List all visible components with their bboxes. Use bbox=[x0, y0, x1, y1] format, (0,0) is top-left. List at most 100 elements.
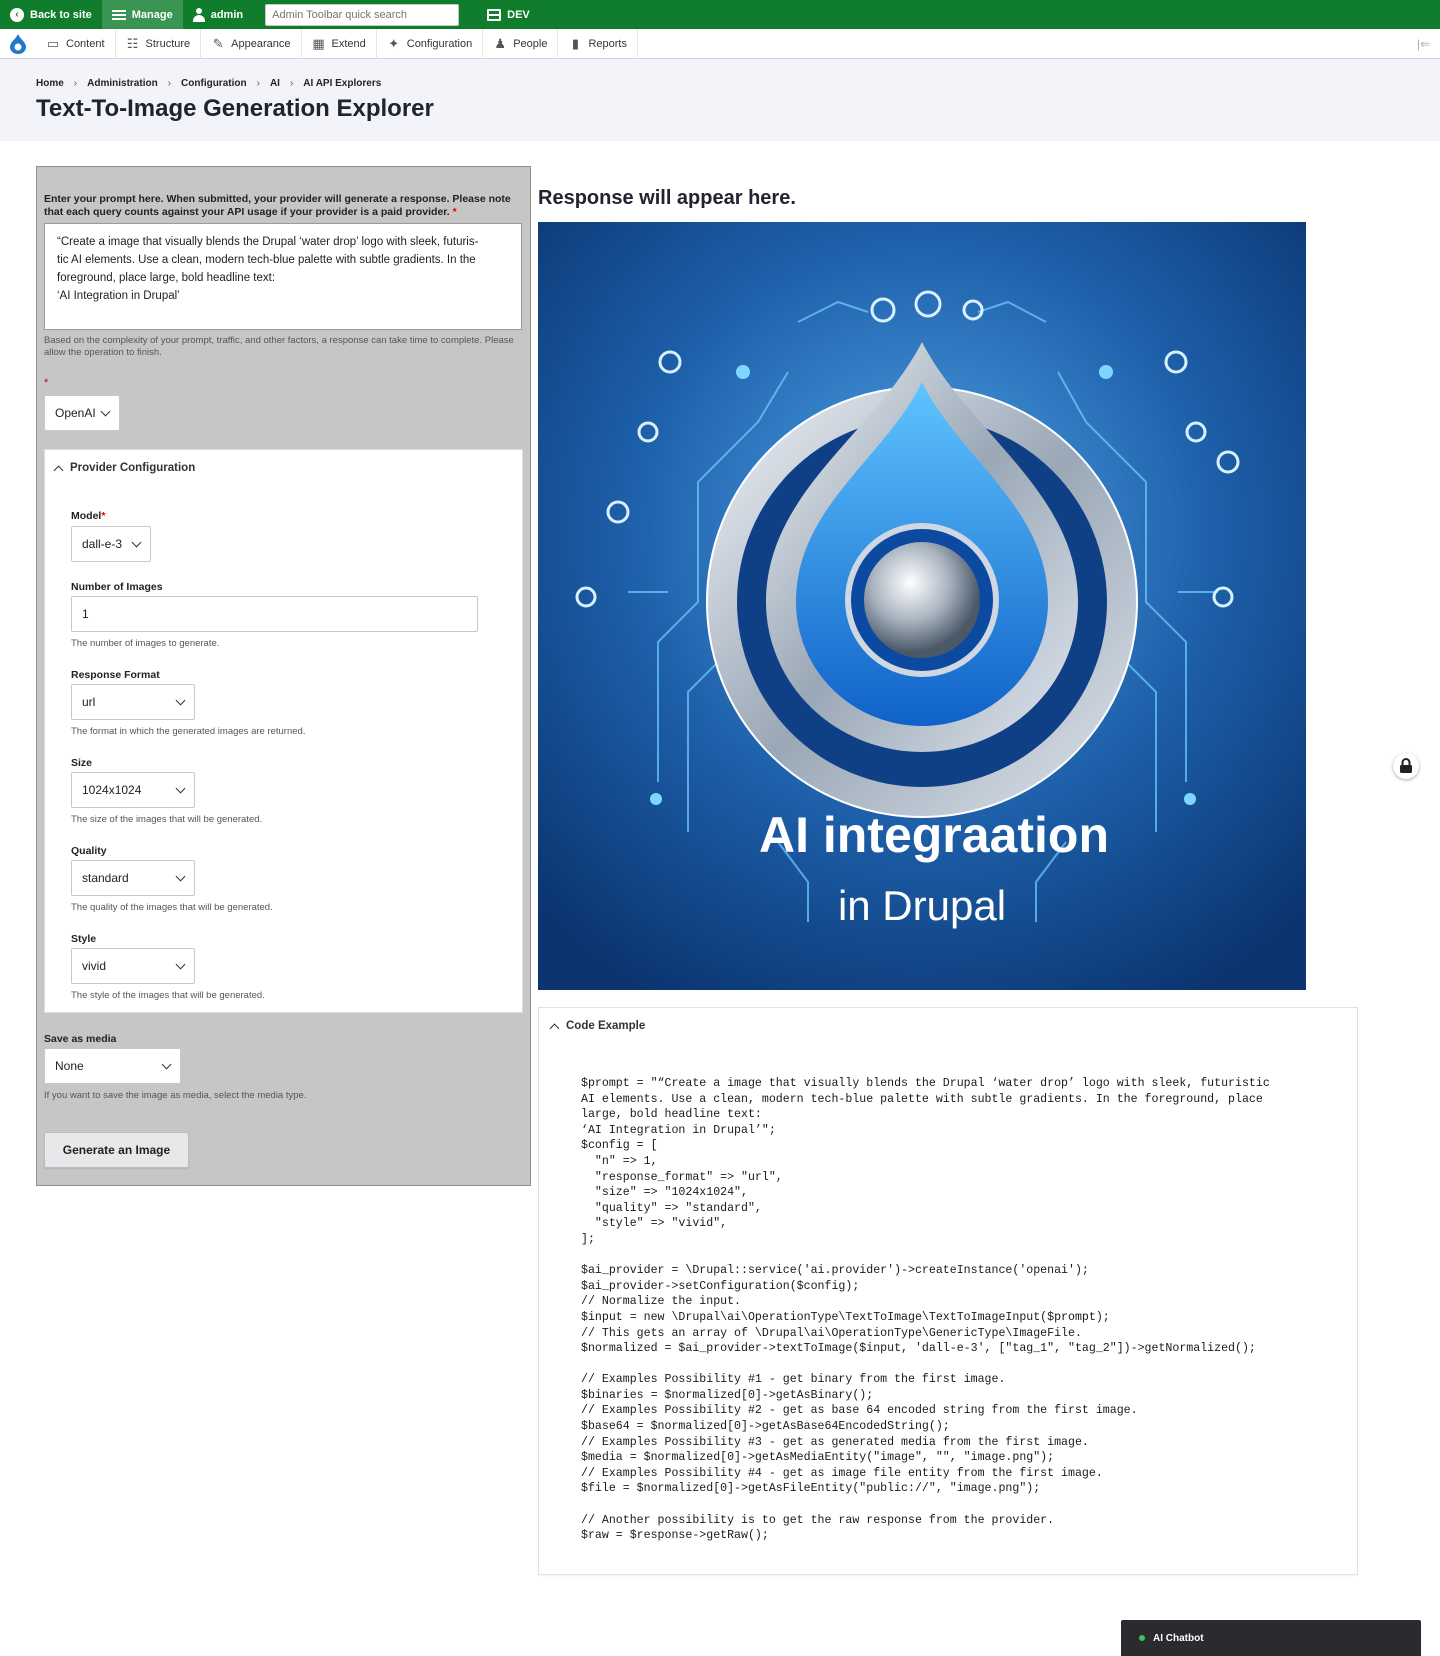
quality-value: standard bbox=[82, 871, 129, 885]
breadcrumb-separator: › bbox=[289, 78, 294, 89]
server-icon bbox=[487, 8, 502, 21]
prompt-textarea[interactable]: “Create a image that visually blends the… bbox=[44, 223, 522, 330]
lock-icon[interactable] bbox=[1393, 753, 1419, 779]
size-value: 1024x1024 bbox=[82, 783, 142, 797]
prompt-help: Based on the complexity of your prompt, … bbox=[44, 335, 514, 358]
model-label: Model* bbox=[71, 510, 105, 522]
style-label: Style bbox=[71, 933, 97, 945]
chevron-up-icon bbox=[53, 465, 64, 475]
hamburger-icon bbox=[111, 9, 126, 20]
menu-item-label: Extend bbox=[331, 37, 366, 50]
breadcrumb-separator: › bbox=[167, 78, 172, 89]
model-label-text: Model bbox=[71, 510, 102, 522]
menu-item-extend[interactable]: ▦ Extend bbox=[302, 28, 377, 59]
user-tab[interactable]: admin bbox=[183, 0, 253, 29]
breadcrumb-ai-api-explorers[interactable]: AI API Explorers bbox=[303, 78, 381, 89]
user-label: admin bbox=[210, 8, 244, 21]
drupal-drop-icon[interactable] bbox=[0, 29, 36, 59]
menu-item-label: Configuration bbox=[406, 37, 473, 50]
num-images-input[interactable]: 1 bbox=[71, 596, 478, 632]
required-marker: * bbox=[101, 510, 106, 522]
back-arrow-icon: ‹ bbox=[10, 7, 24, 22]
manage-tab[interactable]: Manage bbox=[101, 0, 183, 29]
ai-chatbot-bar[interactable]: AI Chatbot bbox=[1121, 1620, 1421, 1656]
model-select-value: dall-e-3 bbox=[82, 537, 123, 551]
quality-label: Quality bbox=[71, 845, 107, 857]
menu-item-configuration[interactable]: ✦ Configuration bbox=[377, 28, 484, 59]
environment-indicator[interactable]: DEV bbox=[477, 0, 540, 29]
size-select[interactable]: 1024x1024 bbox=[71, 772, 195, 808]
breadcrumb-administration[interactable]: Administration bbox=[87, 78, 158, 89]
breadcrumb-home[interactable]: Home bbox=[36, 78, 64, 89]
provider-select[interactable]: OpenAI bbox=[44, 395, 120, 431]
chevron-down-icon bbox=[175, 871, 186, 881]
ai-chatbot-label: AI Chatbot bbox=[1153, 1632, 1204, 1644]
size-label: Size bbox=[71, 757, 93, 769]
menu-item-label: Appearance bbox=[231, 37, 291, 50]
provider-configuration-label: Provider Configuration bbox=[70, 462, 196, 474]
response-format-label: Response Format bbox=[71, 669, 160, 681]
save-media-value: None bbox=[55, 1059, 84, 1073]
style-value: vivid bbox=[82, 959, 107, 973]
breadcrumb-configuration[interactable]: Configuration bbox=[181, 78, 247, 89]
bar-chart-icon: ▮ bbox=[571, 35, 580, 51]
quality-select[interactable]: standard bbox=[71, 860, 195, 896]
menu-item-reports[interactable]: ▮ Reports bbox=[558, 28, 638, 59]
chevron-down-icon bbox=[100, 406, 111, 416]
prompt-form-panel: Enter your prompt here. When submitted, … bbox=[36, 166, 531, 1186]
style-select[interactable]: vivid bbox=[71, 948, 195, 984]
prompt-label: Enter your prompt here. When submitted, … bbox=[44, 193, 514, 219]
chevron-down-icon bbox=[161, 1059, 172, 1069]
model-select[interactable]: dall-e-3 bbox=[71, 526, 151, 562]
breadcrumb-ai[interactable]: AI bbox=[270, 78, 280, 89]
page-title: Text-To-Image Generation Explorer bbox=[36, 95, 434, 122]
menu-item-content[interactable]: ▭ Content bbox=[36, 28, 116, 59]
save-media-select[interactable]: None bbox=[44, 1048, 181, 1084]
wrench-brush-icon: ✎ bbox=[212, 35, 224, 51]
back-to-site-link[interactable]: ‹ Back to site bbox=[0, 0, 102, 29]
wrench-icon: ✦ bbox=[388, 35, 400, 51]
save-media-help: If you want to save the image as media, … bbox=[44, 1090, 307, 1101]
chevron-down-icon bbox=[175, 695, 186, 705]
collapse-toolbar-icon[interactable]: |⇐ bbox=[1417, 37, 1430, 51]
response-format-value: url bbox=[82, 695, 96, 709]
provider-select-value: OpenAI bbox=[55, 406, 96, 420]
quality-help: The quality of the images that will be g… bbox=[71, 902, 273, 913]
online-status-icon bbox=[1139, 1635, 1145, 1641]
toolbar-search-input[interactable] bbox=[265, 3, 460, 26]
menu-item-appearance[interactable]: ✎ Appearance bbox=[201, 28, 302, 59]
code-example-section: Code Example $prompt = "“Create a image … bbox=[538, 1007, 1358, 1575]
document-icon: ▭ bbox=[46, 35, 60, 51]
generated-image: AI integraation in Drupal bbox=[538, 222, 1306, 990]
breadcrumb-separator: › bbox=[256, 78, 260, 89]
puzzle-icon: ▦ bbox=[312, 35, 325, 51]
response-format-select[interactable]: url bbox=[71, 684, 195, 720]
image-headline-line2: in Drupal bbox=[838, 882, 1006, 929]
env-label: DEV bbox=[507, 8, 530, 21]
generate-image-button[interactable]: Generate an Image bbox=[44, 1132, 189, 1168]
code-example-toggle[interactable]: Code Example bbox=[549, 1020, 645, 1033]
chevron-down-icon bbox=[175, 959, 186, 969]
style-help: The style of the images that will be gen… bbox=[71, 990, 265, 1001]
num-images-help: The number of images to generate. bbox=[71, 638, 220, 649]
page-header: Home › Administration › Configuration › … bbox=[0, 59, 1440, 141]
structure-icon: ☷ bbox=[126, 35, 139, 51]
breadcrumb-separator: › bbox=[73, 78, 78, 89]
required-marker: * bbox=[44, 377, 49, 389]
user-icon bbox=[192, 7, 205, 22]
people-icon: ♟ bbox=[494, 35, 507, 51]
num-images-label: Number of Images bbox=[71, 581, 163, 593]
save-media-label: Save as media bbox=[44, 1033, 117, 1045]
menu-item-people[interactable]: ♟ People bbox=[483, 28, 559, 59]
menu-item-structure[interactable]: ☷ Structure bbox=[116, 28, 202, 59]
menu-item-label: Reports bbox=[588, 37, 627, 50]
manage-label: Manage bbox=[131, 8, 173, 21]
breadcrumb: Home › Administration › Configuration › … bbox=[36, 78, 381, 89]
response-format-help: The format in which the generated images… bbox=[71, 726, 306, 737]
provider-configuration-toggle[interactable]: Provider Configuration bbox=[53, 462, 196, 475]
admin-menu-bar: ▭ Content ☷ Structure ✎ Appearance ▦ Ext… bbox=[0, 28, 1440, 59]
chevron-up-icon bbox=[549, 1023, 560, 1033]
menu-item-label: Structure bbox=[145, 37, 191, 50]
image-headline-line1: AI integraation bbox=[759, 807, 1109, 863]
back-to-site-label: Back to site bbox=[30, 8, 92, 21]
